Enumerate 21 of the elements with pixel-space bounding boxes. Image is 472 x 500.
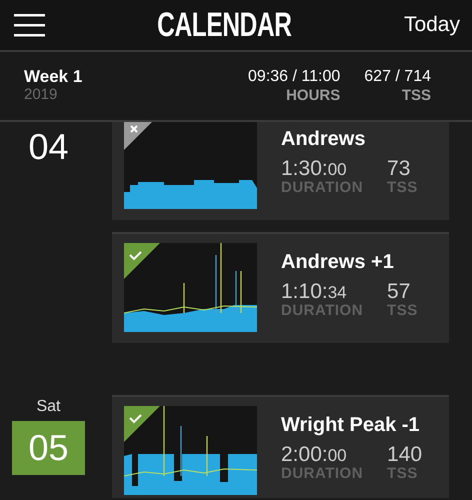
today-button[interactable]: Today [404, 9, 460, 41]
tss-value: 57 [387, 281, 412, 302]
day-number: 05 [12, 421, 85, 475]
hours-value: 09:36 / 11:00 [248, 68, 340, 87]
workout-name: Andrews +1 [281, 250, 395, 275]
menu-icon[interactable] [14, 13, 45, 37]
duration-value: 2:00:00 [281, 444, 348, 465]
workout-name: Andrews [281, 127, 366, 152]
duration-value: 1:10:34 [281, 281, 348, 302]
weekday-label: Sat [35, 397, 62, 417]
week-year: 2019 [24, 87, 58, 104]
day-number: 04 [27, 125, 70, 169]
hours-label: HOURS [285, 86, 340, 104]
tss-value: 73 [387, 158, 412, 179]
page-title: CALENDAR [157, 8, 292, 42]
week-label: Week 1 [24, 68, 84, 88]
tss-value: 627 / 714 [364, 68, 431, 87]
workout-name: Wright Peak -1 [281, 413, 421, 438]
tss-value: 140 [387, 444, 422, 465]
tss-label: TSS [400, 86, 431, 104]
duration-value: 1:30:00 [281, 158, 348, 179]
